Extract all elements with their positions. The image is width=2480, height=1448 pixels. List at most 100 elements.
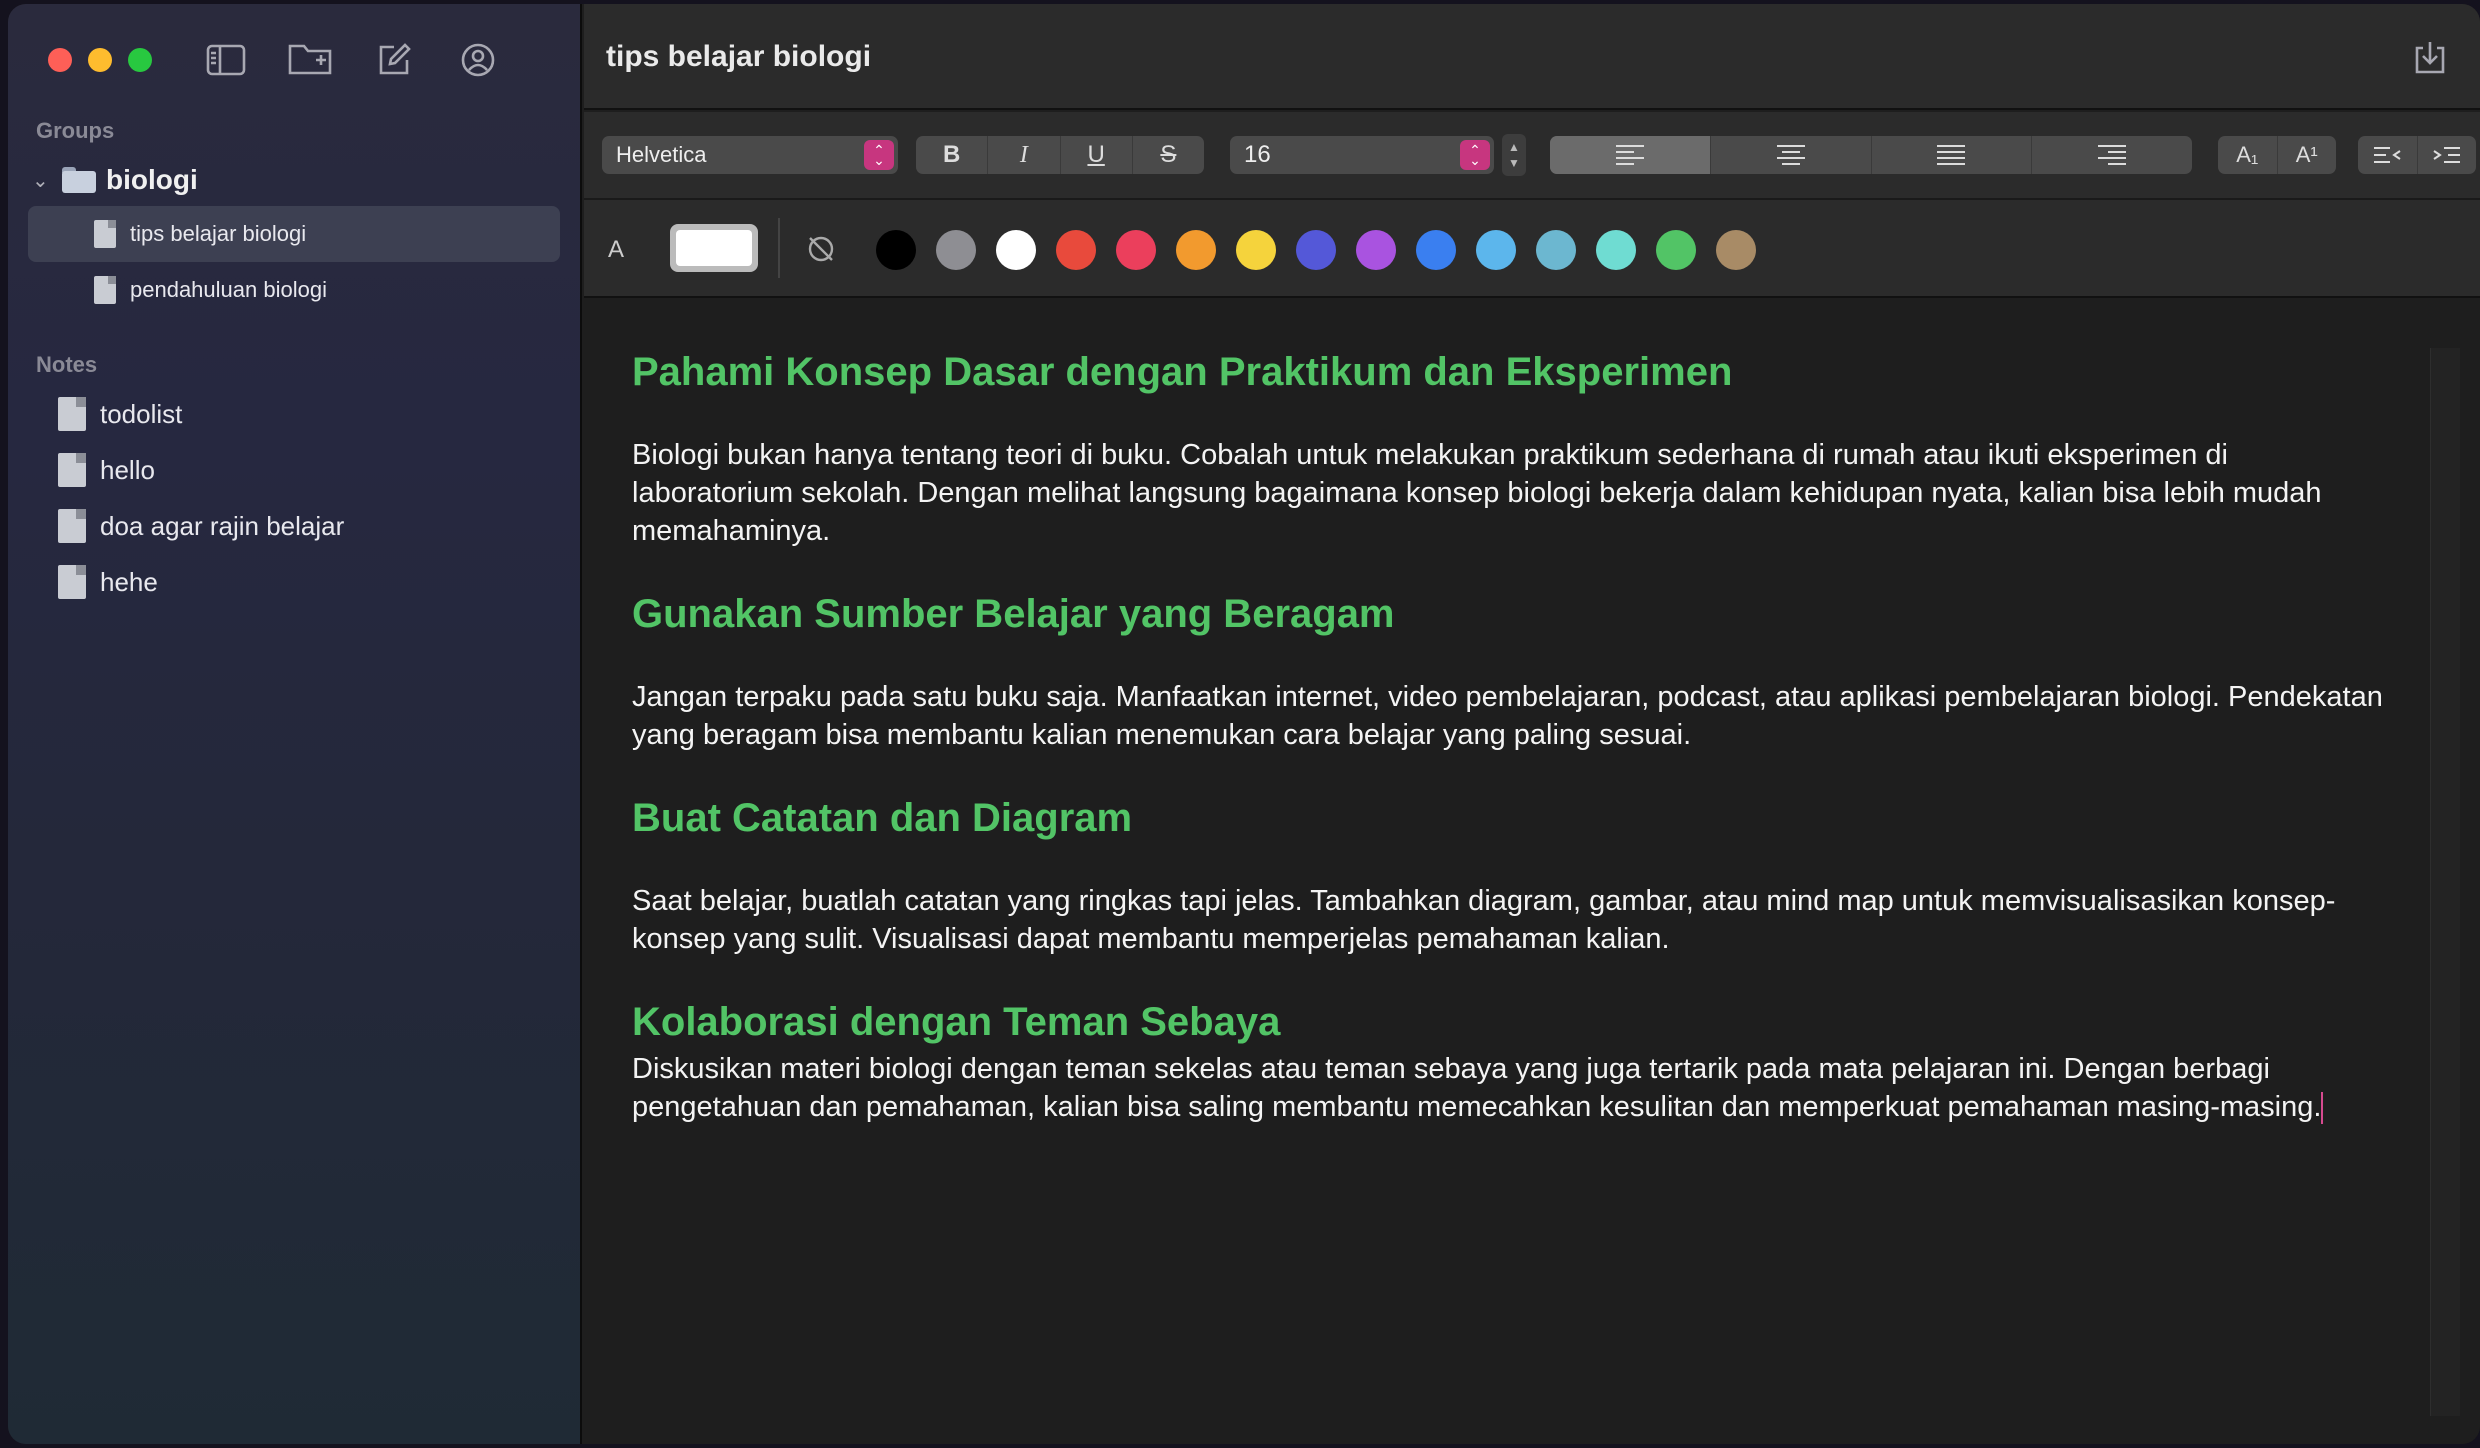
section-heading: Kolaborasi dengan Teman Sebaya: [632, 1000, 1281, 1044]
folder-icon: [62, 167, 96, 193]
groups-section-title: Groups: [36, 118, 115, 143]
script-group: A₁ A¹: [2218, 136, 2336, 174]
align-justify-icon: [1937, 145, 1966, 165]
document-icon: [58, 397, 86, 431]
color-swatch[interactable]: [1596, 230, 1636, 270]
divider: [778, 218, 780, 278]
chevron-down-icon[interactable]: ⌄: [32, 168, 52, 193]
color-swatch[interactable]: [1116, 230, 1156, 270]
note-hello[interactable]: hello: [58, 446, 155, 494]
window-controls: [48, 48, 152, 72]
section-body: Jangan terpaku pada satu buku saja. Manf…: [632, 681, 2383, 751]
color-swatch[interactable]: [876, 230, 916, 270]
minimize-button[interactable]: [88, 48, 112, 72]
group-biologi[interactable]: ⌄ biologi: [32, 160, 198, 200]
section-body: Diskusikan materi biologi dengan teman s…: [632, 1053, 2322, 1123]
document-icon: [94, 220, 116, 248]
sidebar-toggle-icon[interactable]: [204, 40, 248, 80]
sidebar-toolbar: [204, 40, 500, 80]
no-color-icon[interactable]: [806, 234, 836, 264]
group-label: biologi: [106, 164, 198, 195]
chevron-updown-icon: ⌃ ⌄: [1460, 140, 1490, 170]
color-swatch[interactable]: [1656, 230, 1696, 270]
align-center-icon: [1776, 145, 1805, 165]
document-icon: [58, 453, 86, 487]
note-label: tips belajar biologi: [130, 221, 307, 246]
subscript-button[interactable]: A₁: [2218, 136, 2278, 174]
color-swatch[interactable]: [936, 230, 976, 270]
chevron-updown-icon: ⌃ ⌄: [864, 140, 894, 170]
align-right-button[interactable]: [2032, 136, 2192, 174]
account-icon[interactable]: [456, 40, 500, 80]
main-pane: tips belajar biologi Helvetica ⌃ ⌄ B I U …: [584, 4, 2480, 1444]
text-caret: [2321, 1092, 2324, 1125]
section-heading: Gunakan Sumber Belajar yang Beragam: [632, 592, 1395, 636]
sidebar: Groups ⌄ biologi tips belajar biologi pe…: [8, 4, 582, 1444]
note-label: pendahuluan biologi: [130, 277, 327, 302]
font-size-stepper[interactable]: ▲ ▼: [1502, 134, 1526, 176]
bold-button[interactable]: B: [916, 136, 989, 174]
group-note-tips-belajar-biologi[interactable]: tips belajar biologi: [28, 206, 560, 262]
align-center-button[interactable]: [1711, 136, 1872, 174]
color-swatch[interactable]: [1296, 230, 1336, 270]
notes-section-title: Notes: [36, 352, 98, 377]
compose-icon[interactable]: [372, 40, 416, 80]
font-family-select[interactable]: Helvetica ⌃ ⌄: [602, 136, 898, 174]
format-toolbar: Helvetica ⌃ ⌄ B I U S 16 ⌃ ⌄ ▲ ▼ A₁ A¹: [584, 112, 2480, 200]
color-swatch[interactable]: [1056, 230, 1096, 270]
note-todolist[interactable]: todolist: [58, 390, 182, 438]
vertical-scrollbar[interactable]: [2430, 348, 2460, 1416]
color-swatches: [876, 230, 1756, 270]
color-swatch[interactable]: [1356, 230, 1396, 270]
align-right-icon: [2098, 145, 2127, 165]
indent-group: [2358, 136, 2476, 174]
text-style-group: B I U S: [916, 136, 1204, 174]
align-left-icon: [1615, 145, 1644, 165]
text-color-label: A: [608, 236, 625, 263]
note-label: hehe: [100, 566, 158, 597]
note-doa-agar-rajin-belajar[interactable]: doa agar rajin belajar: [58, 502, 344, 550]
new-folder-icon[interactable]: [288, 40, 332, 80]
note-editor[interactable]: Pahami Konsep Dasar dengan Praktikum dan…: [584, 300, 2480, 1444]
font-family-value: Helvetica: [616, 142, 707, 167]
outdent-icon[interactable]: [2358, 136, 2418, 174]
note-label: doa agar rajin belajar: [100, 510, 345, 541]
section-heading: Pahami Konsep Dasar dengan Praktikum dan…: [632, 350, 1733, 394]
color-swatch[interactable]: [1176, 230, 1216, 270]
section-body: Saat belajar, buatlah catatan yang ringk…: [632, 885, 2336, 955]
font-size-field[interactable]: 16 ⌃ ⌄: [1230, 136, 1494, 174]
section-body: Biologi bukan hanya tentang teori di buk…: [632, 439, 2322, 547]
note-content[interactable]: Pahami Konsep Dasar dengan Praktikum dan…: [632, 348, 2392, 1126]
color-swatch[interactable]: [1236, 230, 1276, 270]
color-swatch[interactable]: [1416, 230, 1456, 270]
superscript-button[interactable]: A¹: [2278, 136, 2337, 174]
align-left-button[interactable]: [1550, 136, 1711, 174]
color-swatch[interactable]: [1536, 230, 1576, 270]
note-hehe[interactable]: hehe: [58, 558, 158, 606]
document-title: tips belajar biologi: [606, 40, 872, 73]
document-icon: [58, 509, 86, 543]
app-window: Groups ⌄ biologi tips belajar biologi pe…: [8, 4, 2480, 1444]
indent-icon[interactable]: [2418, 136, 2477, 174]
note-label: hello: [100, 454, 155, 485]
document-icon: [94, 276, 116, 304]
text-color-well[interactable]: [670, 224, 758, 272]
alignment-group: [1550, 136, 2192, 174]
italic-button[interactable]: I: [988, 136, 1061, 174]
group-note-pendahuluan-biologi[interactable]: pendahuluan biologi: [28, 262, 560, 318]
export-icon[interactable]: [2410, 38, 2450, 78]
underline-button[interactable]: U: [1061, 136, 1133, 174]
color-swatch[interactable]: [1716, 230, 1756, 270]
note-label: todolist: [100, 398, 183, 429]
close-button[interactable]: [48, 48, 72, 72]
strikethrough-button[interactable]: S: [1133, 136, 1204, 174]
align-justify-button[interactable]: [1872, 136, 2033, 174]
section-heading: Buat Catatan dan Diagram: [632, 796, 1133, 840]
zoom-button[interactable]: [128, 48, 152, 72]
color-toolbar: A: [584, 200, 2480, 298]
font-size-value: 16: [1244, 141, 1271, 168]
color-swatch[interactable]: [996, 230, 1036, 270]
color-swatch[interactable]: [1476, 230, 1516, 270]
title-bar: tips belajar biologi: [584, 4, 2480, 110]
document-icon: [58, 565, 86, 599]
